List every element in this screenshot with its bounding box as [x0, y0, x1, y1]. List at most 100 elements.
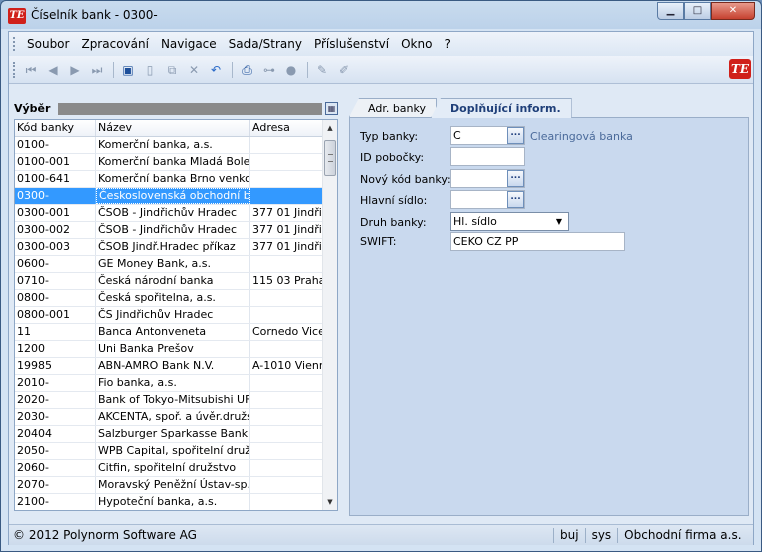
table-row[interactable]: 2010- Fio banka, a.s. [15, 375, 323, 392]
minimize-button[interactable]: ▁ [657, 2, 684, 20]
status-bar: © 2012 Polynorm Software AG buj sys Obch… [9, 524, 753, 545]
brand-logo-icon: TE [729, 59, 751, 79]
cell-name: Komerční banka Mladá Boleslav [98, 154, 250, 170]
tab-additional-info[interactable]: Doplňující inform. [431, 98, 572, 118]
tab-content: Typ banky: C ... Clearingová banka ID po… [349, 117, 749, 516]
menu-item[interactable]: Navigace [155, 37, 223, 51]
table-row[interactable]: 0800-001 ČS Jindřichův Hradec [15, 307, 323, 324]
table-row[interactable]: 11Banca AntonvenetaCornedo Vicentino [15, 324, 323, 341]
cell-code: 0710- [15, 273, 96, 289]
column-header-code[interactable]: Kód banky [15, 120, 96, 136]
table-row[interactable]: 19985ABN-AMRO Bank N.V.A-1010 Vienna [15, 358, 323, 375]
table-row[interactable]: 0600- GE Money Bank, a.s. [15, 256, 323, 273]
scroll-thumb[interactable] [324, 140, 336, 176]
cell-address: 377 01 Jindřichův [252, 239, 323, 255]
cell-name: Citfin, spořitelní družstvo [96, 460, 250, 476]
scroll-up-icon[interactable]: ▲ [323, 120, 337, 136]
table-row[interactable]: 0710- Česká národní banka 115 03 Praha [15, 273, 323, 290]
menu-item[interactable]: Příslušenství [308, 37, 395, 51]
edit-icon[interactable]: ✎ [312, 61, 332, 79]
cell-address [250, 137, 323, 153]
cell-code: 2010- [15, 375, 96, 391]
title-bar[interactable]: TE Číselník bank - 0300- ▁ □ ✕ [1, 1, 761, 31]
copy-record-icon[interactable]: ⧉ [162, 61, 182, 79]
cell-address [250, 375, 323, 391]
main-window: TE Číselník bank - 0300- ▁ □ ✕ Soubor Zpr… [0, 0, 762, 552]
column-header-name[interactable]: Název [96, 120, 250, 136]
table-row[interactable]: 0300-Československá obchodní banka [15, 188, 323, 205]
cell-code: 0300-002 [15, 222, 96, 238]
table-row[interactable]: 0300-001 ČSOB - Jindřichův Hradec 377 01 J… [15, 205, 323, 222]
toolbar-separator [113, 62, 114, 78]
menu-item[interactable]: Okno [395, 37, 438, 51]
scroll-down-icon[interactable]: ▼ [323, 494, 337, 510]
edit-alt-icon[interactable]: ✐ [334, 61, 354, 79]
grid-scrollbar[interactable]: ▲ ▼ [322, 120, 337, 510]
bank-type-label: Typ banky: [360, 130, 419, 143]
undo-icon[interactable]: ↶ [206, 61, 226, 79]
head-office-lookup-button[interactable]: ... [507, 191, 524, 208]
toolbar-grip-icon[interactable] [13, 62, 15, 78]
table-row[interactable]: 2100- Hypoteční banka, a.s. [15, 494, 323, 510]
cell-address [250, 494, 323, 510]
table-row[interactable]: 0100- Komerční banka, a.s. [15, 137, 323, 154]
disabled-circle-icon[interactable]: ● [281, 61, 301, 79]
cell-code: 0100- [15, 137, 96, 153]
selection-label: Výběr [14, 102, 51, 115]
cell-code: 2060- [15, 460, 96, 476]
column-header-address[interactable]: Adresa [250, 120, 323, 136]
bank-type-description: Clearingová banka [530, 130, 633, 143]
delete-icon[interactable]: ✕ [184, 61, 204, 79]
table-row[interactable]: 0100-641 Komerční banka Brno venkov [15, 171, 323, 188]
last-record-icon[interactable]: ⏭ [87, 61, 107, 79]
table-row[interactable]: 20404Salzburger Sparkasse Bank AG [15, 426, 323, 443]
toolbar-separator [232, 62, 233, 78]
cell-name: ČSOB Jindř.Hradec příkaz [96, 239, 250, 255]
table-row[interactable]: 2020- Bank of Tokyo-Mitsubishi UFJ [15, 392, 323, 409]
swift-field[interactable]: CEKO CZ PP [450, 232, 625, 251]
menu-item[interactable]: ? [438, 37, 456, 51]
dropdown-arrow-icon[interactable]: ▼ [552, 214, 566, 229]
cell-address: 115 03 Praha [252, 273, 323, 289]
new-bank-code-lookup-button[interactable]: ... [507, 170, 524, 187]
cell-address [250, 460, 323, 476]
bank-kind-select[interactable]: Hl. sídlo ▼ [450, 212, 569, 231]
tree-icon[interactable]: ⊶ [259, 61, 279, 79]
table-row[interactable]: 0300-003 ČSOB Jindř.Hradec příkaz 377 01 J… [15, 239, 323, 256]
menu-grip-icon[interactable] [13, 37, 15, 51]
table-row[interactable]: 0300-002 ČSOB - Jindřichův Hradec 377 01 J… [15, 222, 323, 239]
previous-record-icon[interactable]: ◀ [43, 61, 63, 79]
grid-options-icon[interactable]: ▦ [325, 102, 338, 115]
first-record-icon[interactable]: ⏮ [21, 61, 41, 79]
cell-code: 2100- [15, 494, 96, 510]
table-row[interactable]: 0100-001Komerční banka Mladá Boleslav [15, 154, 323, 171]
cell-address [250, 443, 323, 459]
tab-bank-address[interactable]: Adr. banky [349, 98, 438, 117]
cell-code: 0300- [15, 188, 96, 204]
cell-name: Komerční banka Brno venkov [98, 171, 250, 187]
next-record-icon[interactable]: ▶ [65, 61, 85, 79]
menu-item[interactable]: Sada/Strany [223, 37, 308, 51]
cell-name: Banca Antonveneta [96, 324, 250, 340]
cell-address: 377 01 Jindřichův [252, 222, 323, 238]
table-row[interactable]: 2060- Citfin, spořitelní družstvo [15, 460, 323, 477]
cell-code: 1200 [15, 341, 96, 357]
table-row[interactable]: 2030-AKCENTA, spoř. a úvěr.družstvo [15, 409, 323, 426]
branch-id-label: ID pobočky: [360, 151, 425, 164]
close-button[interactable]: ✕ [711, 2, 755, 20]
table-row[interactable]: 0800- Česká spořitelna, a.s. [15, 290, 323, 307]
bank-type-lookup-button[interactable]: ... [507, 127, 524, 144]
client-area: Soubor Zpracování Navigace Sada/Strany Přísl… [8, 31, 754, 545]
menu-item[interactable]: Soubor [21, 37, 75, 51]
print-icon[interactable]: ⎙ [237, 61, 257, 79]
bank-kind-label: Druh banky: [360, 216, 427, 229]
save-icon[interactable]: ▣ [118, 61, 138, 79]
branch-id-field[interactable] [450, 147, 525, 166]
table-row[interactable]: 1200 Uni Banka Prešov [15, 341, 323, 358]
cell-code: 0300-003 [15, 239, 96, 255]
menu-item[interactable]: Zpracování [75, 37, 154, 51]
maximize-button[interactable]: □ [684, 2, 711, 20]
table-row[interactable]: 2070- Moravský Peněžní Ústav-sp.dr. [15, 477, 323, 494]
table-row[interactable]: 2050- WPB Capital, spořitelní druž. [15, 443, 323, 460]
new-record-icon[interactable]: ▯ [140, 61, 160, 79]
